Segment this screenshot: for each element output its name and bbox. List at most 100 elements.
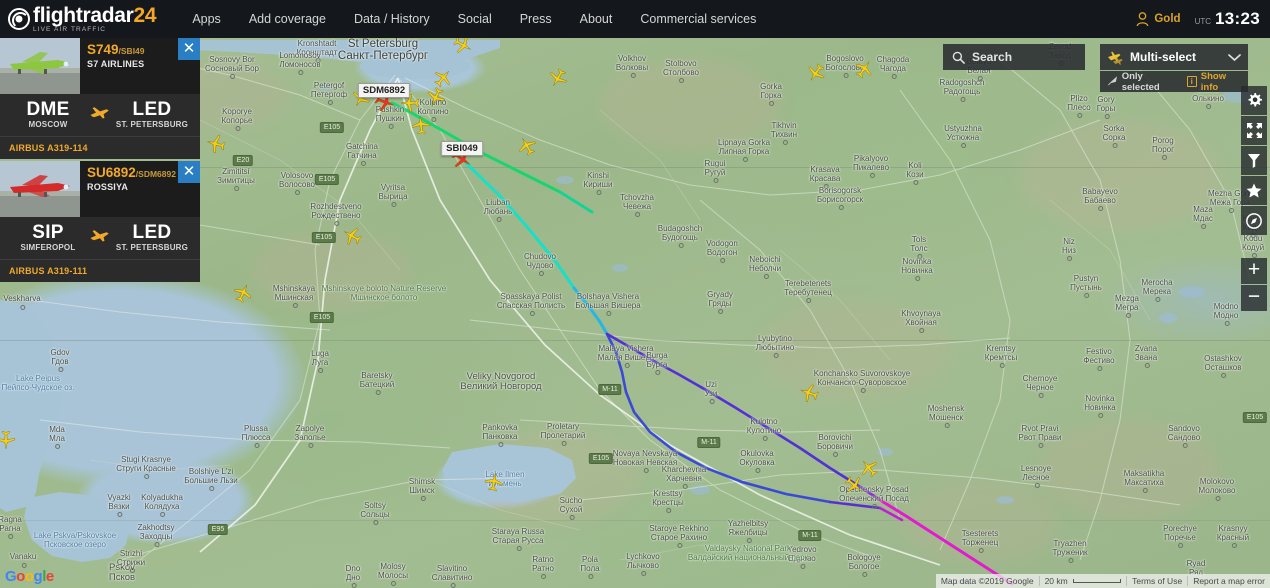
flight-number-main: S749 <box>87 42 119 57</box>
flight-callsign: /SBI49 <box>118 46 145 56</box>
multiselect-dropdown[interactable]: Multi-select <box>1100 44 1248 70</box>
cursor-plane-icon <box>1108 76 1118 86</box>
nav-item-social[interactable]: Social <box>444 12 506 26</box>
flight-card[interactable]: S749/SBI49 S7 AIRLINES ✕ DME MOSCOW LED ST. PE… <box>0 38 200 159</box>
aircraft-callsign-tag[interactable]: SBI049 <box>441 141 483 156</box>
flight-card-top: SU6892/SDM6892 ROSSIYA ✕ <box>0 161 200 217</box>
airline-name: S7 AIRLINES <box>87 59 145 69</box>
fullscreen-tool[interactable] <box>1241 116 1267 145</box>
nav-item-about[interactable]: About <box>566 12 627 26</box>
origin-city: MOSCOW <box>28 120 68 129</box>
terms-of-use-link[interactable]: Terms of Use <box>1126 576 1187 586</box>
compass-icon <box>1246 212 1262 229</box>
search-box[interactable]: Search <box>943 44 1085 70</box>
multiselect-planes-icon <box>1108 51 1123 65</box>
airline-name: ROSSIYA <box>87 182 129 192</box>
clock-time: 13:23 <box>1215 9 1260 28</box>
scale-bar-graphic <box>1073 579 1122 583</box>
road-shield: E105 <box>588 453 614 464</box>
main-navigation: Apps Add coverage Data / History Social Pres… <box>178 12 770 26</box>
origin-code: DME <box>26 99 70 120</box>
road-shield: E105 <box>319 122 345 133</box>
road-shield: E105 <box>1242 412 1268 423</box>
expand-icon <box>1246 123 1262 138</box>
report-map-error-link[interactable]: Report a map error <box>1187 576 1270 586</box>
clock-utc-label: UTC <box>1194 17 1212 26</box>
search-icon <box>952 51 965 64</box>
multiselect-options: Only selected i Show info <box>1100 71 1248 93</box>
close-card-button[interactable]: ✕ <box>178 161 200 183</box>
map-data-credit: Map data ©2019 Google <box>940 576 1034 586</box>
filter-tool[interactable] <box>1241 146 1267 175</box>
account-gold-button[interactable]: Gold <box>1136 11 1181 27</box>
flightradar24-logo[interactable]: flightradar24 LIVE AIR TRAFFIC <box>0 5 178 34</box>
origin-airport: DME MOSCOW <box>9 99 87 130</box>
aircraft-type: AIRBUS A319-111 <box>0 259 200 282</box>
road-shield: E105 <box>311 232 337 243</box>
info-badge-icon: i <box>1186 76 1197 87</box>
settings-tool[interactable] <box>1241 86 1267 115</box>
multiselect-title: Multi-select <box>1130 50 1197 64</box>
zoom-out-button[interactable]: − <box>1241 285 1267 311</box>
destination-airport: LED ST. PETERSBURG <box>113 99 191 130</box>
funnel-icon <box>1247 153 1261 168</box>
zoom-controls: + − <box>1241 258 1267 312</box>
flight-route: SIP SIMFEROPOL LED ST. PETERSBURG <box>0 217 200 259</box>
flight-route: DME MOSCOW LED ST. PETERSBURG <box>0 94 200 136</box>
map-toolbar <box>1241 86 1267 236</box>
header-right-group: Gold UTC 13:23 <box>1136 9 1270 29</box>
route-plane-icon <box>87 229 113 247</box>
search-placeholder: Search <box>972 50 1013 64</box>
person-icon <box>1137 11 1149 26</box>
only-selected-label: Only selected <box>1121 70 1160 93</box>
road-shield: E105 <box>309 312 335 323</box>
map-attribution-bar: Map data ©2019 Google 20 km Terms of Use… <box>935 574 1270 588</box>
star-icon <box>1246 183 1262 198</box>
logo-wordmark: flightradar24 LIVE AIR TRAFFIC <box>33 3 157 34</box>
compass-tool[interactable] <box>1241 206 1267 235</box>
google-logo[interactable]: Google <box>5 568 54 585</box>
account-label: Gold <box>1154 13 1181 25</box>
only-selected-toggle[interactable]: Only selected <box>1107 71 1177 93</box>
nav-item-press[interactable]: Press <box>506 12 566 26</box>
logo-tagline: LIVE AIR TRAFFIC <box>33 25 107 33</box>
logo-number: 24 <box>133 3 157 27</box>
flightradar24-app: St Petersburg Санкт-Петербург Veliky Novgo… <box>0 0 1270 588</box>
origin-city: SIMFEROPOL <box>20 243 76 252</box>
flight-card-header: S749/SBI49 S7 AIRLINES ✕ <box>80 38 200 94</box>
nav-item-commercial-services[interactable]: Commercial services <box>626 12 770 26</box>
map-scale: 20 km <box>1038 576 1127 586</box>
road-shield: M-11 <box>697 437 721 448</box>
show-info-toggle[interactable]: i Show info <box>1186 71 1241 93</box>
nav-item-data-history[interactable]: Data / History <box>340 12 444 26</box>
nav-item-apps[interactable]: Apps <box>178 12 235 26</box>
flight-card[interactable]: SU6892/SDM6892 ROSSIYA ✕ SIP SIMFEROPOL LED ST… <box>0 161 200 282</box>
road-shield: E95 <box>207 524 229 535</box>
origin-code: SIP <box>32 222 64 243</box>
flight-card-top: S749/SBI49 S7 AIRLINES ✕ <box>0 38 200 94</box>
destination-code: LED <box>132 99 172 120</box>
selected-flights-panel: S749/SBI49 S7 AIRLINES ✕ DME MOSCOW LED ST. PE… <box>0 38 200 284</box>
flight-number-main: SU6892 <box>87 165 136 180</box>
chevron-down-icon <box>1228 53 1241 61</box>
destination-city: ST. PETERSBURG <box>115 243 189 252</box>
road-shield: E105 <box>314 174 340 185</box>
logo-main-text: flightradar <box>33 3 134 27</box>
map-scale-label: 20 km <box>1044 576 1068 586</box>
road-shield: M-11 <box>598 384 622 395</box>
zoom-in-button[interactable]: + <box>1241 258 1267 284</box>
aircraft-callsign-tag[interactable]: SDM6892 <box>357 83 411 98</box>
aircraft-photo-graphic <box>0 38 80 94</box>
origin-airport: SIP SIMFEROPOL <box>9 222 87 253</box>
nav-item-add-coverage[interactable]: Add coverage <box>235 12 340 26</box>
favorites-tool[interactable] <box>1241 176 1267 205</box>
destination-city: ST. PETERSBURG <box>115 120 189 129</box>
utc-clock: UTC 13:23 <box>1195 9 1260 29</box>
aircraft-photo <box>0 161 80 217</box>
road-shield: E20 <box>232 155 254 166</box>
multiselect-panel: Multi-select Only selected i Show info <box>1100 44 1248 93</box>
flight-card-header: SU6892/SDM6892 ROSSIYA ✕ <box>80 161 200 217</box>
close-card-button[interactable]: ✕ <box>178 38 200 60</box>
top-header: flightradar24 LIVE AIR TRAFFIC Apps Add c… <box>0 0 1270 38</box>
gear-icon <box>1248 93 1262 107</box>
